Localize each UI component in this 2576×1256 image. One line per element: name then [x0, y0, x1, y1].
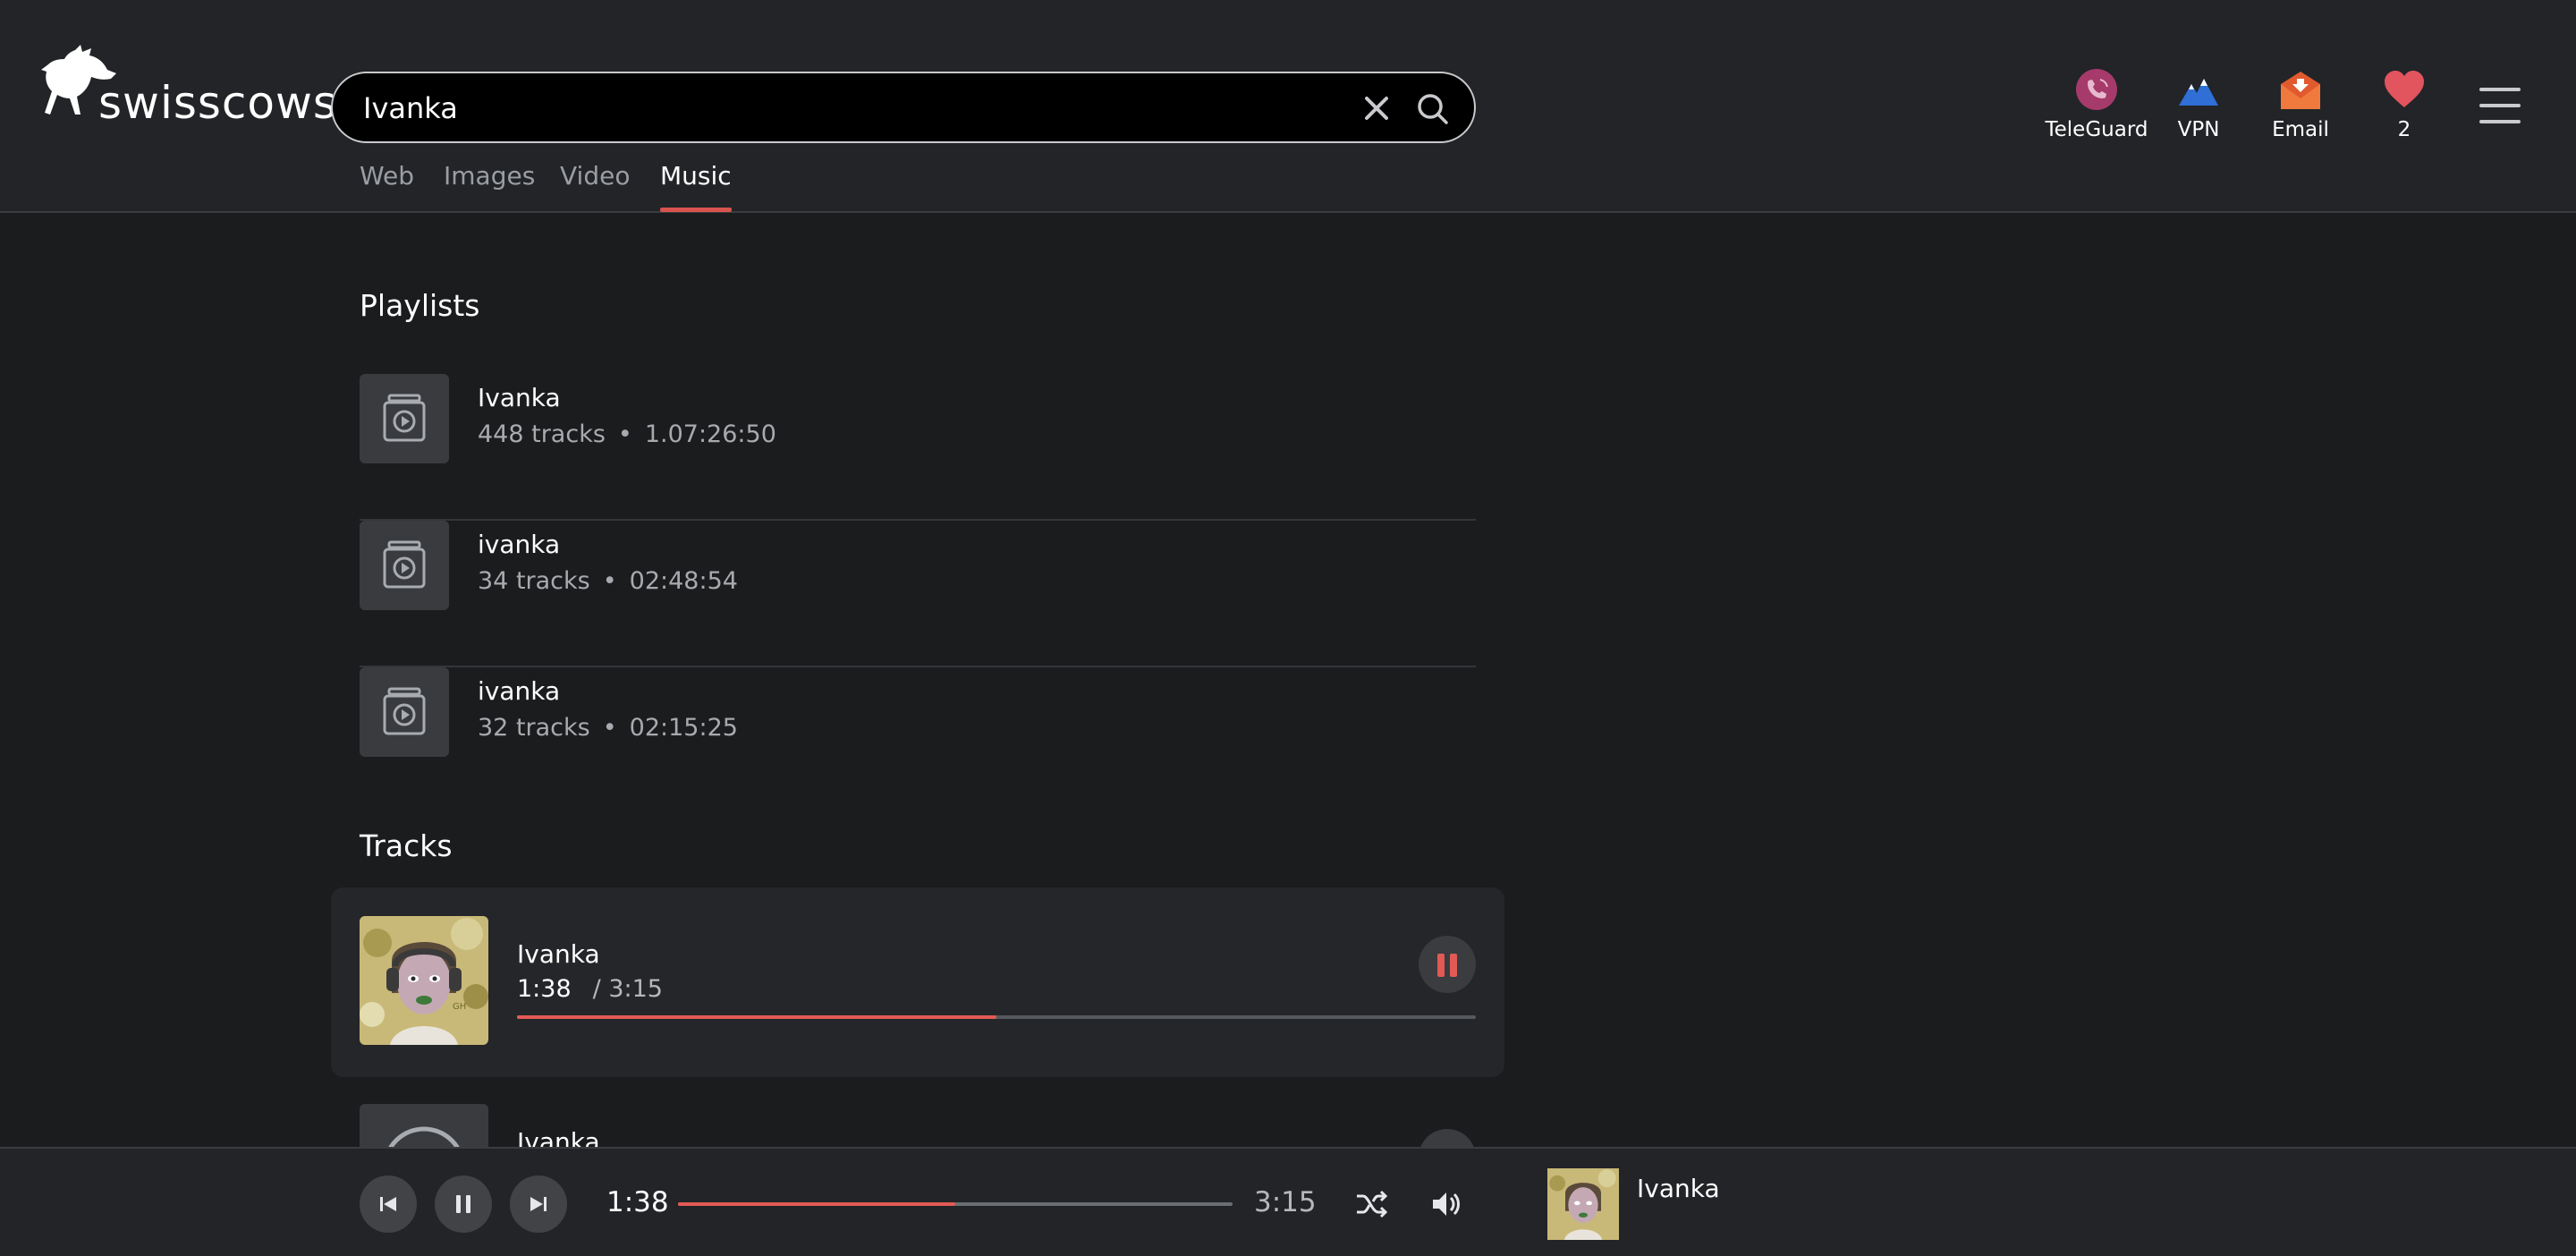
brand-name: swisscows [98, 77, 337, 129]
tracks-heading: Tracks [360, 828, 453, 863]
player-current-time: 1:38 [606, 1186, 669, 1218]
track-duration: / 3:15 [592, 975, 663, 1003]
track-artwork: GH [360, 916, 488, 1045]
playlist-icon [383, 540, 426, 589]
playlist-meta: 448 tracks • 1.07:26:50 [478, 420, 776, 448]
track-progress-fill [517, 1015, 996, 1019]
playlist-track-count: 448 tracks [478, 420, 606, 448]
search-input[interactable] [363, 86, 1347, 131]
player-duration: 3:15 [1254, 1186, 1317, 1218]
playlists-heading: Playlists [360, 288, 480, 323]
playlist-thumbnail [360, 521, 449, 610]
tab-music[interactable]: Music [660, 161, 732, 212]
track-item-playing[interactable]: GH Ivanka 1:38 / 3:15 [331, 887, 1504, 1077]
player-progress-bar[interactable] [678, 1202, 1233, 1206]
swisscows-logo[interactable]: swisscows [39, 43, 336, 136]
playlist-thumbnail [360, 374, 449, 463]
skip-previous-icon [380, 1197, 396, 1211]
playlist-meta: 32 tracks • 02:15:25 [478, 714, 738, 742]
now-playing-artwork [1547, 1168, 1619, 1240]
now-playing-title: Ivanka [1637, 1174, 1720, 1203]
clear-search-icon[interactable] [1361, 93, 1392, 123]
email-icon [2281, 72, 2320, 109]
playlist-thumbnail [360, 667, 449, 757]
favorites-link[interactable]: 2 [2342, 68, 2467, 149]
playlist-title: ivanka [478, 530, 561, 559]
playlist-duration: 02:15:25 [629, 714, 738, 742]
previous-button[interactable] [360, 1175, 417, 1233]
svg-text:GH: GH [453, 1002, 466, 1012]
track-title: Ivanka [517, 939, 600, 969]
playlist-icon [383, 687, 426, 735]
tab-music-label: Music [660, 161, 732, 191]
favorites-count: 2 [2397, 118, 2411, 141]
next-button[interactable] [510, 1175, 567, 1233]
menu-icon[interactable] [2479, 88, 2522, 123]
skip-next-icon [530, 1197, 547, 1211]
tab-video[interactable]: Video [560, 161, 630, 191]
playlist-item[interactable]: ivanka 32 tracks • 02:15:25 [360, 667, 1476, 814]
track-pause-button[interactable] [1419, 936, 1476, 993]
audio-player: 1:38 3:15 Ivanka [0, 1147, 2576, 1256]
playlist-duration: 1.07:26:50 [644, 420, 776, 448]
vpn-mountain-icon [2179, 79, 2218, 106]
playlist-duration: 02:48:54 [629, 567, 738, 595]
playlist-item[interactable]: ivanka 34 tracks • 02:48:54 [360, 521, 1476, 667]
tab-images[interactable]: Images [444, 161, 535, 191]
search-bar [331, 72, 1476, 143]
active-tab-indicator [660, 208, 732, 212]
pause-icon [456, 1195, 470, 1213]
playlist-title: Ivanka [478, 383, 561, 412]
play-pause-button[interactable] [435, 1175, 492, 1233]
playlist-track-count: 32 tracks [478, 714, 590, 742]
playlist-item[interactable]: Ivanka 448 tracks • 1.07:26:50 [360, 374, 1476, 521]
heart-icon [2385, 71, 2424, 107]
tab-web[interactable]: Web [360, 161, 414, 191]
shuffle-icon[interactable] [1354, 1188, 1388, 1220]
search-icon[interactable] [1415, 91, 1451, 127]
playlist-meta: 34 tracks • 02:48:54 [478, 567, 738, 595]
pause-icon [1437, 954, 1445, 977]
header: swisscows Web Images Video Music TeleGua… [0, 0, 2576, 213]
playlist-title: ivanka [478, 676, 561, 706]
volume-icon[interactable] [1429, 1188, 1463, 1220]
playlist-track-count: 34 tracks [478, 567, 590, 595]
track-progress-bar[interactable] [517, 1015, 1476, 1019]
track-time: 1:38 / 3:15 [517, 975, 663, 1003]
player-progress-fill [678, 1202, 955, 1206]
track-current-time: 1:38 [517, 975, 572, 1003]
teleguard-icon [2076, 69, 2117, 110]
playlist-icon [383, 394, 426, 442]
